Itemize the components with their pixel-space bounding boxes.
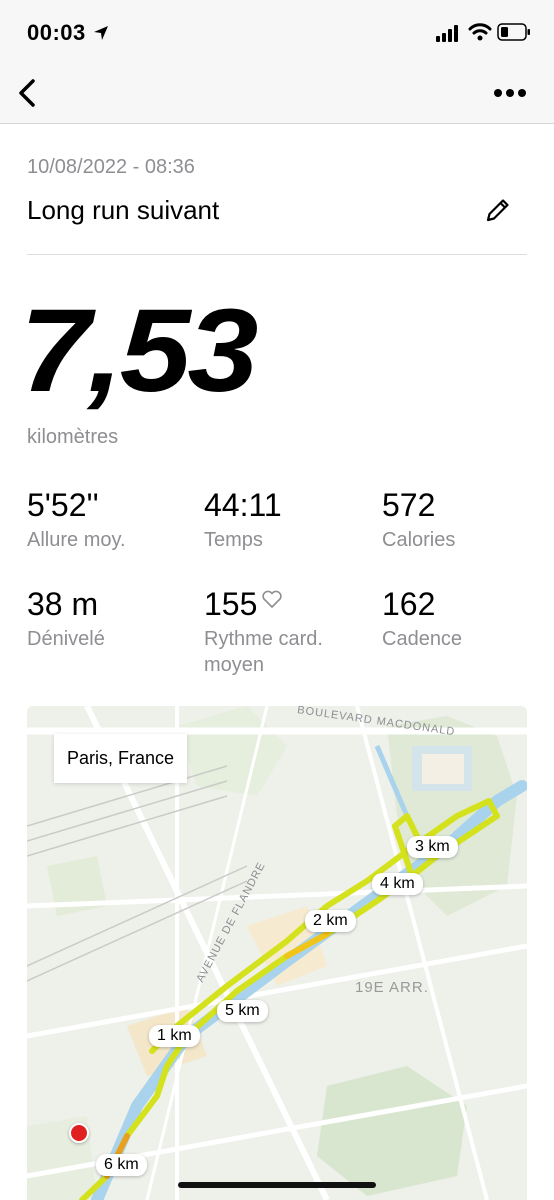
stat-label: Temps xyxy=(204,529,263,551)
km-marker-4[interactable]: 4 km xyxy=(372,873,423,895)
district-label-19e: 19E ARR. xyxy=(355,979,429,996)
start-point-marker[interactable] xyxy=(69,1123,89,1143)
activity-title: Long run suivant xyxy=(27,195,220,225)
stat-label: Allure moy. xyxy=(27,529,126,551)
header-divider xyxy=(27,254,527,255)
stat-label: Dénivelé xyxy=(27,628,105,650)
stat-pace: 5'52'' Allure moy. xyxy=(27,487,197,553)
battery-icon xyxy=(497,23,530,41)
stat-label: Cadence xyxy=(382,628,463,650)
km-marker-2[interactable]: 2 km xyxy=(305,910,356,932)
status-bar: 00:03 xyxy=(0,0,554,62)
heart-icon xyxy=(262,590,283,608)
km-marker-3[interactable]: 3 km xyxy=(407,836,458,858)
back-button[interactable] xyxy=(14,76,42,110)
edit-title-button[interactable] xyxy=(482,194,514,226)
stat-value: 155 xyxy=(204,586,258,622)
cellular-signal-icon xyxy=(436,25,458,42)
stat-value-row: 155 xyxy=(204,586,364,622)
location-arrow-icon xyxy=(94,26,108,40)
activity-date: 10/08/2022 - 08:36 xyxy=(27,156,195,178)
stat-time: 44:11 Temps xyxy=(204,487,374,553)
km-marker-5[interactable]: 5 km xyxy=(217,1000,268,1022)
stat-value: 44:11 xyxy=(204,487,282,523)
stat-value: 572 xyxy=(382,487,436,523)
km-marker-1[interactable]: 1 km xyxy=(149,1025,200,1047)
home-indicator[interactable] xyxy=(178,1182,376,1188)
stat-cadence: 162 Cadence xyxy=(382,586,552,652)
route-map[interactable]: BOULEVARD MACDONALD AVENUE DE FLANDRE 19… xyxy=(27,706,527,1200)
stat-label: Calories xyxy=(382,529,456,551)
stat-elevation: 38 m Dénivelé xyxy=(27,586,197,652)
stat-value: 162 xyxy=(382,586,436,622)
status-time: 00:03 xyxy=(27,20,86,45)
stat-value: 5'52'' xyxy=(27,487,99,523)
wifi-icon xyxy=(468,23,492,41)
stat-calories: 572 Calories xyxy=(382,487,552,553)
stat-label: Rythme card. moyen xyxy=(204,628,323,676)
km-marker-6[interactable]: 6 km xyxy=(96,1154,147,1176)
pencil-icon xyxy=(486,199,509,222)
map-location-label: Paris, France xyxy=(54,734,188,783)
distance-value: 7,53 xyxy=(20,285,258,417)
stat-heart-rate: 155 Rythme card. moyen xyxy=(204,586,364,678)
more-options-button[interactable] xyxy=(490,82,530,104)
stat-value: 38 m xyxy=(27,586,99,622)
distance-unit: kilomètres xyxy=(27,426,119,448)
nav-bar xyxy=(0,62,554,124)
